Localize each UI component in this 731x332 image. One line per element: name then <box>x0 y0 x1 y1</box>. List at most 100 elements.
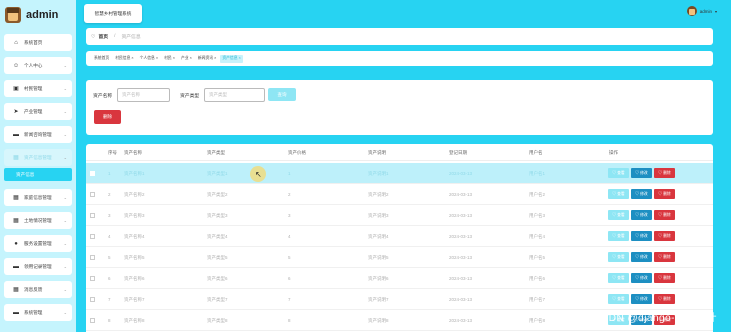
user-avatar[interactable] <box>686 6 697 16</box>
sidebar-item-8[interactable]: ▦ 土地情况管理 ⌄ <box>4 212 72 229</box>
table-row[interactable]: 7 资产名称7 资产类型7 7 资产说明7 2024-03-13 用户名7 ♡ 查看 ♡ 修改 ♡… <box>86 289 713 310</box>
tab-1[interactable]: 系统首页 <box>92 55 111 63</box>
view-button[interactable]: ♡ 查看 <box>608 231 629 241</box>
row-checkbox[interactable] <box>90 213 95 218</box>
sidebar-item-label: 服务设置管理 <box>24 240 52 246</box>
bulb-icon: ● <box>14 240 18 247</box>
grid-icon: ▦ <box>13 154 19 161</box>
table-cell: 用户名6 <box>529 276 546 281</box>
edit-button[interactable]: ♡ 修改 <box>631 210 652 220</box>
sidebar-item-9[interactable]: ● 服务设置管理 ⌄ <box>4 235 72 252</box>
tab-strip: 系统首页 村民信息 × 个人信息 × 村民 × 产业 × 新闻资讯 × 资产信息 × <box>86 51 713 66</box>
view-button[interactable]: ♡ 查看 <box>608 210 629 220</box>
sidebar-item-2[interactable]: ☺ 个人中心 ⌄ <box>4 57 72 74</box>
breadcrumb-current: 资产信息 <box>121 35 141 40</box>
table-row[interactable]: 4 资产名称4 资产类型4 4 资产说明4 2024-03-13 用户名4 ♡ 查看 ♡ 修改 ♡… <box>86 226 713 247</box>
delete-button[interactable]: ♡ 删除 <box>654 294 675 304</box>
table-cell: 2024-03-13 <box>449 213 473 218</box>
edit-button[interactable]: ♡ 修改 <box>631 294 652 304</box>
column-header: 资产类型 <box>207 150 225 155</box>
row-checkbox[interactable] <box>90 276 95 281</box>
tab-6[interactable]: 新闻资讯 × <box>196 55 218 63</box>
edit-button[interactable]: ♡ 修改 <box>631 168 652 178</box>
delete-button[interactable]: ♡ 删除 <box>654 273 675 283</box>
table-cell: 资产类型5 <box>207 255 228 260</box>
sidebar-item-3[interactable]: ▣ 村民管理 ⌄ <box>4 80 72 97</box>
sidebar-item-12[interactable]: ▬ 系统管理 ⌄ <box>4 304 72 321</box>
sidebar-item-4[interactable]: ➤ 产业管理 ⌄ <box>4 103 72 120</box>
chevron-down-icon: ⌄ <box>63 218 67 223</box>
sidebar-item-label: 领用记录管理 <box>24 263 52 269</box>
delete-button[interactable]: ♡ 删除 <box>654 231 675 241</box>
table-cell: 资产类型8 <box>207 318 228 323</box>
breadcrumb-home[interactable]: 首页 <box>98 33 108 40</box>
edit-button[interactable]: ♡ 修改 <box>631 231 652 241</box>
tab-5[interactable]: 产业 × <box>179 55 194 63</box>
sidebar-item-10[interactable]: ▬ 领用记录管理 ⌄ <box>4 258 72 275</box>
table-cell: 8 <box>288 318 291 323</box>
asset-type-input[interactable]: 资产类型 <box>204 88 265 102</box>
user-menu[interactable]: admin ▾ <box>686 6 717 16</box>
sidebar-item-1[interactable]: ⌂ 系统首页 <box>4 34 72 51</box>
username[interactable]: admin <box>700 9 712 14</box>
brand: admin <box>0 0 76 30</box>
chevron-down-icon: ⌄ <box>63 195 67 200</box>
tab-7[interactable]: 资产信息 × <box>220 54 243 63</box>
sidebar-item-5[interactable]: ▬ 新闻咨询管理 ⌄ <box>4 126 72 143</box>
breadcrumb: ♡ 首页 / 资产信息 <box>86 28 713 45</box>
admin-avatar-icon <box>5 7 21 23</box>
chevron-down-icon: ⌄ <box>63 310 67 315</box>
query-button[interactable]: 查询 <box>268 88 296 101</box>
row-checkbox[interactable] <box>90 297 95 302</box>
view-button[interactable]: ♡ 查看 <box>608 294 629 304</box>
table-cell: 4 <box>108 234 111 239</box>
sidebar-item-11[interactable]: ▦ 消息反馈 ⌄ <box>4 281 72 298</box>
table-cell: 资产说明3 <box>368 213 389 218</box>
table-cell: 资产名称7 <box>124 297 145 302</box>
row-checkbox[interactable] <box>90 171 95 176</box>
system-title-button[interactable]: 智慧乡村管理系统 <box>84 4 142 23</box>
tab-4[interactable]: 村民 × <box>162 55 177 63</box>
sidebar-item-7[interactable]: ▦ 家庭信息管理 ⌄ <box>4 189 72 206</box>
column-header: 操作 <box>609 150 618 155</box>
watermark: CSDN @django-毕业设计 <box>593 313 717 324</box>
view-button[interactable]: ♡ 查看 <box>608 273 629 283</box>
column-header: 序号 <box>108 150 117 155</box>
row-checkbox[interactable] <box>90 255 95 260</box>
table-cell: 2 <box>288 192 291 197</box>
table-cell: 资产名称5 <box>124 255 145 260</box>
table-row[interactable]: 6 资产名称6 资产类型6 6 资产说明6 2024-03-13 用户名6 ♡ 查看 ♡ 修改 ♡… <box>86 268 713 289</box>
sidebar: admin ⌂ 系统首页 ☺ 个人中心 ⌄ ▣ 村民管理 ⌄ ➤ 产业管理 ⌄ ▬ 新闻咨询管理 ⌄ ▦ 资产… <box>0 0 76 332</box>
table-row[interactable]: 2 资产名称2 资产类型2 2 资产说明2 2024-03-13 用户名2 ♡ 查看 ♡ 修改 ♡… <box>86 184 713 205</box>
view-button[interactable]: ♡ 查看 <box>608 189 629 199</box>
delete-button[interactable]: ♡ 删除 <box>654 252 675 262</box>
asset-name-input[interactable]: 资产名称 <box>117 88 170 102</box>
table-cell: 资产说明7 <box>368 297 389 302</box>
table-row[interactable]: 5 资产名称5 资产类型5 5 资产说明5 2024-03-13 用户名5 ♡ 查看 ♡ 修改 ♡… <box>86 247 713 268</box>
delete-button[interactable]: ♡ 删除 <box>654 210 675 220</box>
sidebar-item-6[interactable]: ▦ 资产信息管理 ⌄ <box>4 149 72 166</box>
batch-delete-button[interactable]: 删除 <box>94 110 121 124</box>
row-checkbox[interactable] <box>90 192 95 197</box>
delete-button[interactable]: ♡ 删除 <box>654 168 675 178</box>
table-row[interactable]: 3 资产名称3 资产类型3 3 资产说明3 2024-03-13 用户名3 ♡ 查看 ♡ 修改 ♡… <box>86 205 713 226</box>
table-cell: 用户名2 <box>529 192 546 197</box>
sidebar-subitem-asset-info[interactable]: 资产信息 <box>4 168 72 181</box>
row-checkbox[interactable] <box>90 318 95 323</box>
chevron-down-icon: ⌄ <box>63 63 67 68</box>
table-row[interactable]: 1 资产名称1 资产类型1 1 资产说明1 2024-03-13 用户名1 ♡ 查看 ♡ 修改 ♡… <box>86 163 713 184</box>
tab-2[interactable]: 村民信息 × <box>113 55 135 63</box>
delete-button[interactable]: ♡ 删除 <box>654 189 675 199</box>
caret-down-icon[interactable]: ▾ <box>715 9 717 14</box>
edit-button[interactable]: ♡ 修改 <box>631 252 652 262</box>
view-button[interactable]: ♡ 查看 <box>608 252 629 262</box>
tab-3[interactable]: 个人信息 × <box>138 55 160 63</box>
row-checkbox[interactable] <box>90 234 95 239</box>
monitor-icon: ▬ <box>13 309 19 316</box>
chevron-down-icon: ⌄ <box>63 86 67 91</box>
edit-button[interactable]: ♡ 修改 <box>631 189 652 199</box>
table-cell: 资产类型3 <box>207 213 228 218</box>
view-button[interactable]: ♡ 查看 <box>608 168 629 178</box>
edit-button[interactable]: ♡ 修改 <box>631 273 652 283</box>
pointer-icon: ↖ <box>255 170 262 179</box>
